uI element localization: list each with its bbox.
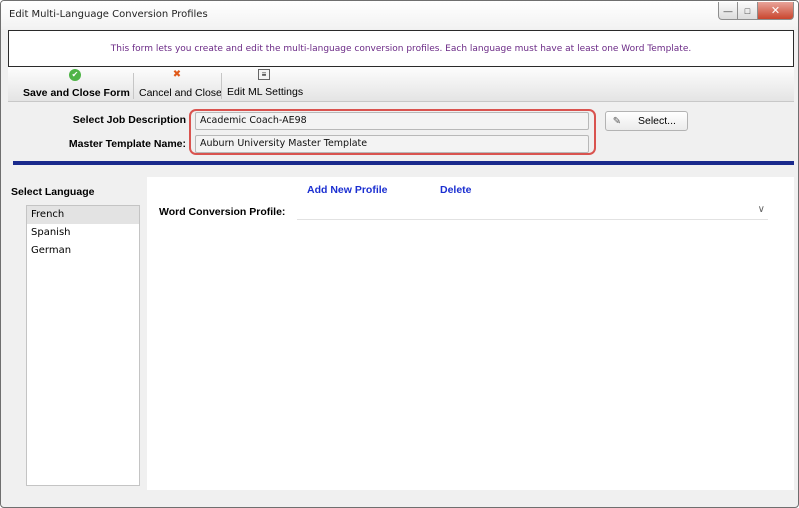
close-button[interactable]: ✕ (758, 2, 794, 20)
settings-document-icon: ≡ (258, 69, 270, 80)
dialog-window: Edit Multi-Language Conversion Profiles … (0, 0, 799, 508)
chevron-down-icon: ∨ (757, 204, 765, 215)
close-icon: ✕ (770, 5, 781, 17)
cancel-and-close-label: Cancel and Close (139, 87, 222, 99)
info-banner-text: This form lets you create and edit the m… (110, 43, 692, 54)
toolbar-separator (221, 73, 222, 99)
info-banner: This form lets you create and edit the m… (8, 30, 794, 67)
minimize-icon: — (723, 5, 733, 16)
select-job-button-label: Select... (638, 115, 676, 127)
title-bar[interactable]: Edit Multi-Language Conversion Profiles … (1, 1, 798, 29)
add-new-profile-link[interactable]: Add New Profile (307, 184, 388, 196)
section-divider (13, 161, 794, 165)
language-list[interactable]: French Spanish German (26, 205, 140, 486)
language-item-spanish[interactable]: Spanish (27, 224, 139, 242)
master-template-field[interactable]: Auburn University Master Template (195, 135, 589, 153)
job-description-field[interactable]: Academic Coach-AE98 (195, 112, 589, 130)
x-icon: ✖ (172, 69, 182, 80)
toolbar: ✔ Save and Close Form ✖ Cancel and Close… (8, 67, 794, 102)
minimize-button[interactable]: — (718, 2, 738, 20)
word-conversion-profile-dropdown[interactable]: ∨ (297, 202, 768, 220)
edit-ml-settings-button[interactable]: ≡ Edit ML Settings (227, 69, 304, 101)
maximize-icon: □ (744, 5, 751, 16)
maximize-button[interactable]: □ (738, 2, 758, 20)
word-conversion-profile-label: Word Conversion Profile: (159, 206, 286, 218)
save-and-close-button[interactable]: ✔ Save and Close Form (23, 69, 130, 101)
save-and-close-label: Save and Close Form (23, 87, 130, 99)
check-circle-icon: ✔ (69, 69, 81, 81)
window-title: Edit Multi-Language Conversion Profiles (9, 9, 208, 20)
master-template-label: Master Template Name: (68, 138, 186, 150)
cancel-and-close-button[interactable]: ✖ Cancel and Close (139, 69, 222, 101)
toolbar-separator (133, 73, 134, 99)
delete-profile-link[interactable]: Delete (440, 184, 472, 196)
select-job-button[interactable]: ✎ Select... (605, 111, 688, 131)
language-item-german[interactable]: German (27, 242, 139, 260)
edit-ml-settings-label: Edit ML Settings (227, 86, 304, 98)
profile-panel (147, 177, 794, 490)
job-description-label: Select Job Description (72, 114, 186, 126)
select-language-title: Select Language (11, 186, 95, 198)
pencil-icon: ✎ (612, 115, 622, 127)
language-item-french[interactable]: French (27, 206, 139, 224)
